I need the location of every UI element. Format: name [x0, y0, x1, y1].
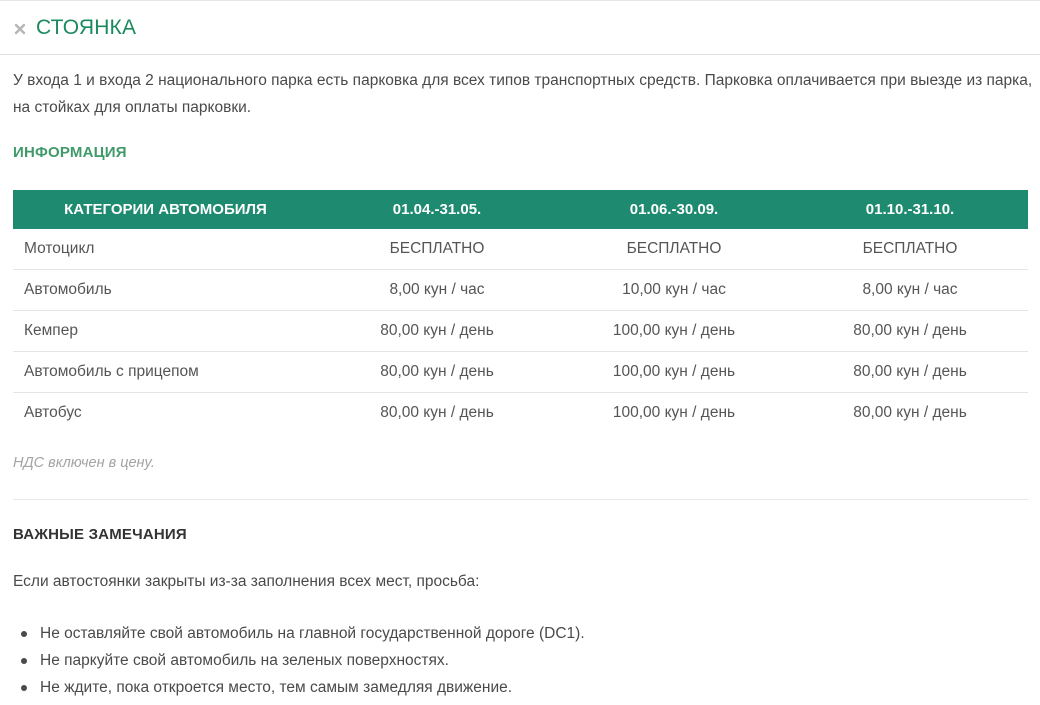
accordion-header[interactable]: СТОЯНКА [0, 1, 1040, 55]
table-cell: 80,00 кун / день [318, 310, 556, 352]
table-cell: 100,00 кун / день [612, 404, 736, 421]
header-period-2: 01.06.-30.09. [556, 190, 792, 229]
table-cell-category: Автомобиль [13, 269, 318, 311]
list-item-text: Не оставляйте свой автомобиль на главной… [40, 625, 585, 642]
table-cell: 80,00 кун / день [318, 351, 556, 393]
table-cell: БЕСПЛАТНО [318, 229, 556, 270]
bullet-icon [21, 685, 27, 691]
header-period-3: 01.10.-31.10. [792, 190, 1028, 229]
notes-list: Не оставляйте свой автомобиль на главной… [13, 620, 585, 701]
page-title: СТОЯНКА [36, 16, 137, 39]
list-item: Не паркуйте свой автомобиль на зеленых п… [13, 647, 585, 674]
table-cell: БЕСПЛАТНО [792, 229, 1028, 270]
intro-text: У входа 1 и входа 2 национального парка … [13, 72, 1033, 116]
notes-title: ВАЖНЫЕ ЗАМЕЧАНИЯ [13, 526, 187, 543]
table-cell: 80,00 кун / день [792, 310, 1028, 352]
table-cell: 80,00 кун / день [853, 404, 967, 421]
table-cell-category: Кемпер [13, 310, 318, 352]
table-cell: 8,00 кун / час [318, 269, 556, 311]
table-cell: 8,00 кун / час [792, 269, 1028, 311]
table-header-row: КАТЕГОРИИ АВТОМОБИЛЯ 01.04.-31.05. 01.06… [13, 190, 1028, 229]
table-cell-category: Автомобиль с прицепом [13, 351, 318, 393]
table-row: Автобус 80,00 кун / день 100,00 кун / де… [13, 393, 1028, 434]
header-period-1: 01.04.-31.05. [318, 190, 556, 229]
table-cell: 10,00 кун / час [556, 269, 792, 311]
close-icon[interactable] [13, 22, 27, 36]
bullet-icon [21, 658, 27, 664]
table-row: Кемпер 80,00 кун / день 100,00 кун / ден… [13, 310, 1028, 352]
list-item-text: Не паркуйте свой автомобиль на зеленых п… [40, 652, 449, 669]
header-category: КАТЕГОРИИ АВТОМОБИЛЯ [13, 190, 318, 229]
table-cell-category: Автобус [24, 404, 82, 421]
table-row: Мотоцикл БЕСПЛАТНО БЕСПЛАТНО БЕСПЛАТНО [13, 229, 1028, 270]
section-divider [13, 499, 1028, 500]
parking-page: СТОЯНКА У входа 1 и входа 2 национальног… [0, 0, 1040, 705]
list-item: Не оставляйте свой автомобиль на главной… [13, 620, 585, 647]
vat-note: НДС включен в цену. [13, 455, 155, 471]
table-row: Автомобиль 8,00 кун / час 10,00 кун / ча… [13, 269, 1028, 311]
price-table: КАТЕГОРИИ АВТОМОБИЛЯ 01.04.-31.05. 01.06… [13, 190, 1028, 433]
bullet-icon [21, 631, 27, 637]
table-cell: 100,00 кун / день [556, 351, 792, 393]
info-title: ИНФОРМАЦИЯ [13, 144, 127, 161]
table-cell: 100,00 кун / день [556, 310, 792, 352]
notes-lead: Если автостоянки закрыты из-за заполнени… [13, 573, 480, 590]
table-row: Автомобиль с прицепом 80,00 кун / день 1… [13, 351, 1028, 393]
list-item: Не ждите, пока откроется место, тем самы… [13, 674, 585, 701]
table-cell: БЕСПЛАТНО [556, 229, 792, 270]
table-cell: 80,00 кун / день [380, 404, 494, 421]
table-cell-category: Мотоцикл [13, 229, 318, 270]
table-cell: 80,00 кун / день [792, 351, 1028, 393]
list-item-text: Не ждите, пока откроется место, тем самы… [40, 679, 513, 696]
